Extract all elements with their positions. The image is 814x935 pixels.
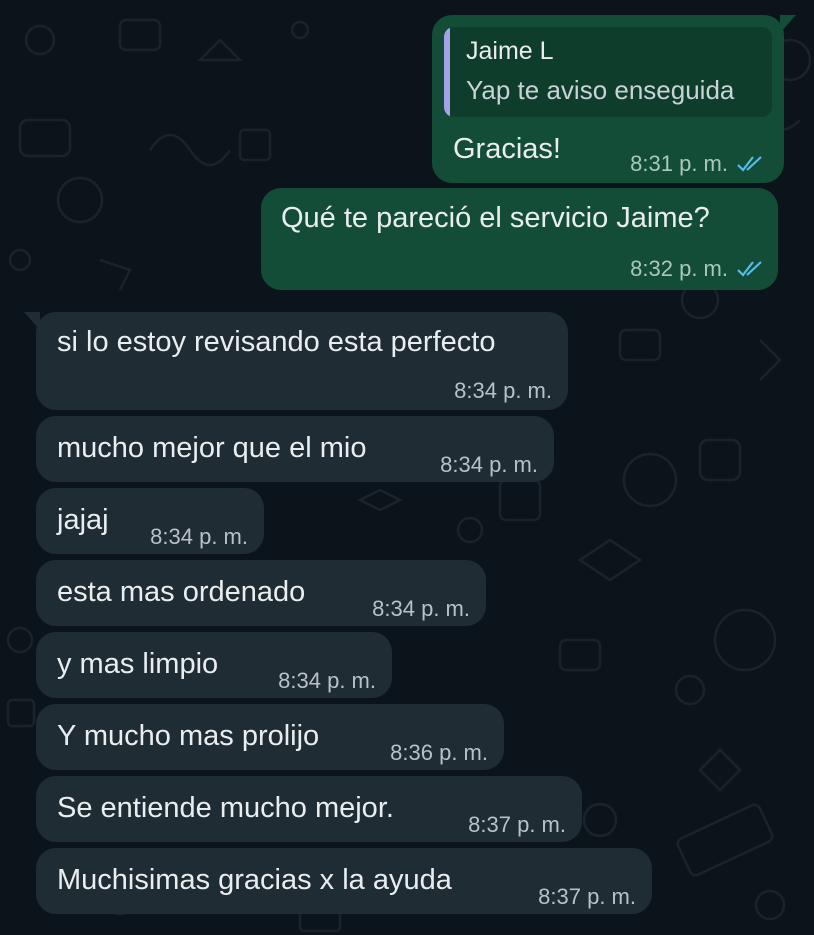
quoted-author: Jaime L bbox=[466, 37, 554, 65]
outgoing-message-reply[interactable]: Jaime L Yap te aviso enseguida Gracias! … bbox=[432, 15, 796, 183]
message-time: 8:31 p. m. bbox=[630, 151, 728, 176]
message-meta: 8:31 p. m. bbox=[630, 151, 766, 177]
message-text: si lo estoy revisando esta perfecto bbox=[57, 326, 496, 358]
message-time: 8:34 p. m. bbox=[372, 596, 470, 621]
message-time: 8:34 p. m. bbox=[454, 378, 552, 403]
incoming-message[interactable]: esta mas ordenado 8:34 p. m. bbox=[36, 560, 486, 626]
quoted-text: Yap te aviso enseguida bbox=[466, 75, 735, 105]
double-check-read-icon bbox=[737, 261, 762, 277]
message-text: mucho mejor que el mio bbox=[57, 432, 367, 464]
message-meta: 8:32 p. m. bbox=[630, 256, 766, 282]
message-meta: 8:34 p. m. bbox=[440, 452, 538, 478]
incoming-message[interactable]: Muchisimas gracias x la ayuda 8:37 p. m. bbox=[36, 848, 652, 914]
incoming-message[interactable]: si lo estoy revisando esta perfecto 8:34… bbox=[24, 312, 568, 410]
incoming-message[interactable]: jajaj 8:34 p. m. bbox=[36, 488, 264, 554]
message-time: 8:37 p. m. bbox=[538, 884, 636, 909]
message-meta: 8:34 p. m. bbox=[372, 596, 470, 622]
incoming-message[interactable]: mucho mejor que el mio 8:34 p. m. bbox=[36, 416, 554, 482]
message-text: Y mucho mas prolijo bbox=[57, 720, 320, 752]
message-meta: 8:37 p. m. bbox=[538, 884, 636, 910]
message-time: 8:37 p. m. bbox=[468, 812, 566, 837]
quote-accent-bar bbox=[444, 27, 450, 117]
incoming-message[interactable]: y mas limpio 8:34 p. m. bbox=[36, 632, 392, 698]
message-text: esta mas ordenado bbox=[57, 576, 306, 608]
outgoing-message[interactable]: Qué te pareció el servicio Jaime? 8:32 p… bbox=[261, 188, 778, 290]
message-meta: 8:34 p. m. bbox=[454, 378, 552, 404]
incoming-message[interactable]: Y mucho mas prolijo 8:36 p. m. bbox=[36, 704, 504, 770]
message-meta: 8:37 p. m. bbox=[468, 812, 566, 838]
quoted-message[interactable]: Jaime L Yap te aviso enseguida bbox=[444, 27, 772, 117]
message-time: 8:34 p. m. bbox=[150, 524, 248, 549]
message-meta: 8:34 p. m. bbox=[278, 668, 376, 694]
message-meta: 8:34 p. m. bbox=[150, 524, 248, 550]
bubble-tail bbox=[24, 312, 40, 330]
message-time: 8:36 p. m. bbox=[390, 740, 488, 765]
message-time: 8:32 p. m. bbox=[630, 256, 728, 281]
message-time: 8:34 p. m. bbox=[440, 452, 538, 477]
message-text: Gracias! bbox=[453, 133, 561, 165]
message-text: Muchisimas gracias x la ayuda bbox=[57, 864, 452, 896]
message-text: y mas limpio bbox=[57, 648, 219, 680]
double-check-read-icon bbox=[737, 156, 762, 172]
message-text: Se entiende mucho mejor. bbox=[57, 792, 394, 824]
incoming-message[interactable]: Se entiende mucho mejor. 8:37 p. m. bbox=[36, 776, 582, 842]
message-text: Qué te pareció el servicio Jaime? bbox=[281, 202, 710, 234]
bubble-tail bbox=[780, 15, 796, 33]
message-meta: 8:36 p. m. bbox=[390, 740, 488, 766]
message-text: jajaj bbox=[57, 504, 109, 536]
chat-message-list[interactable]: Jaime L Yap te aviso enseguida Gracias! … bbox=[0, 0, 814, 935]
message-time: 8:34 p. m. bbox=[278, 668, 376, 693]
